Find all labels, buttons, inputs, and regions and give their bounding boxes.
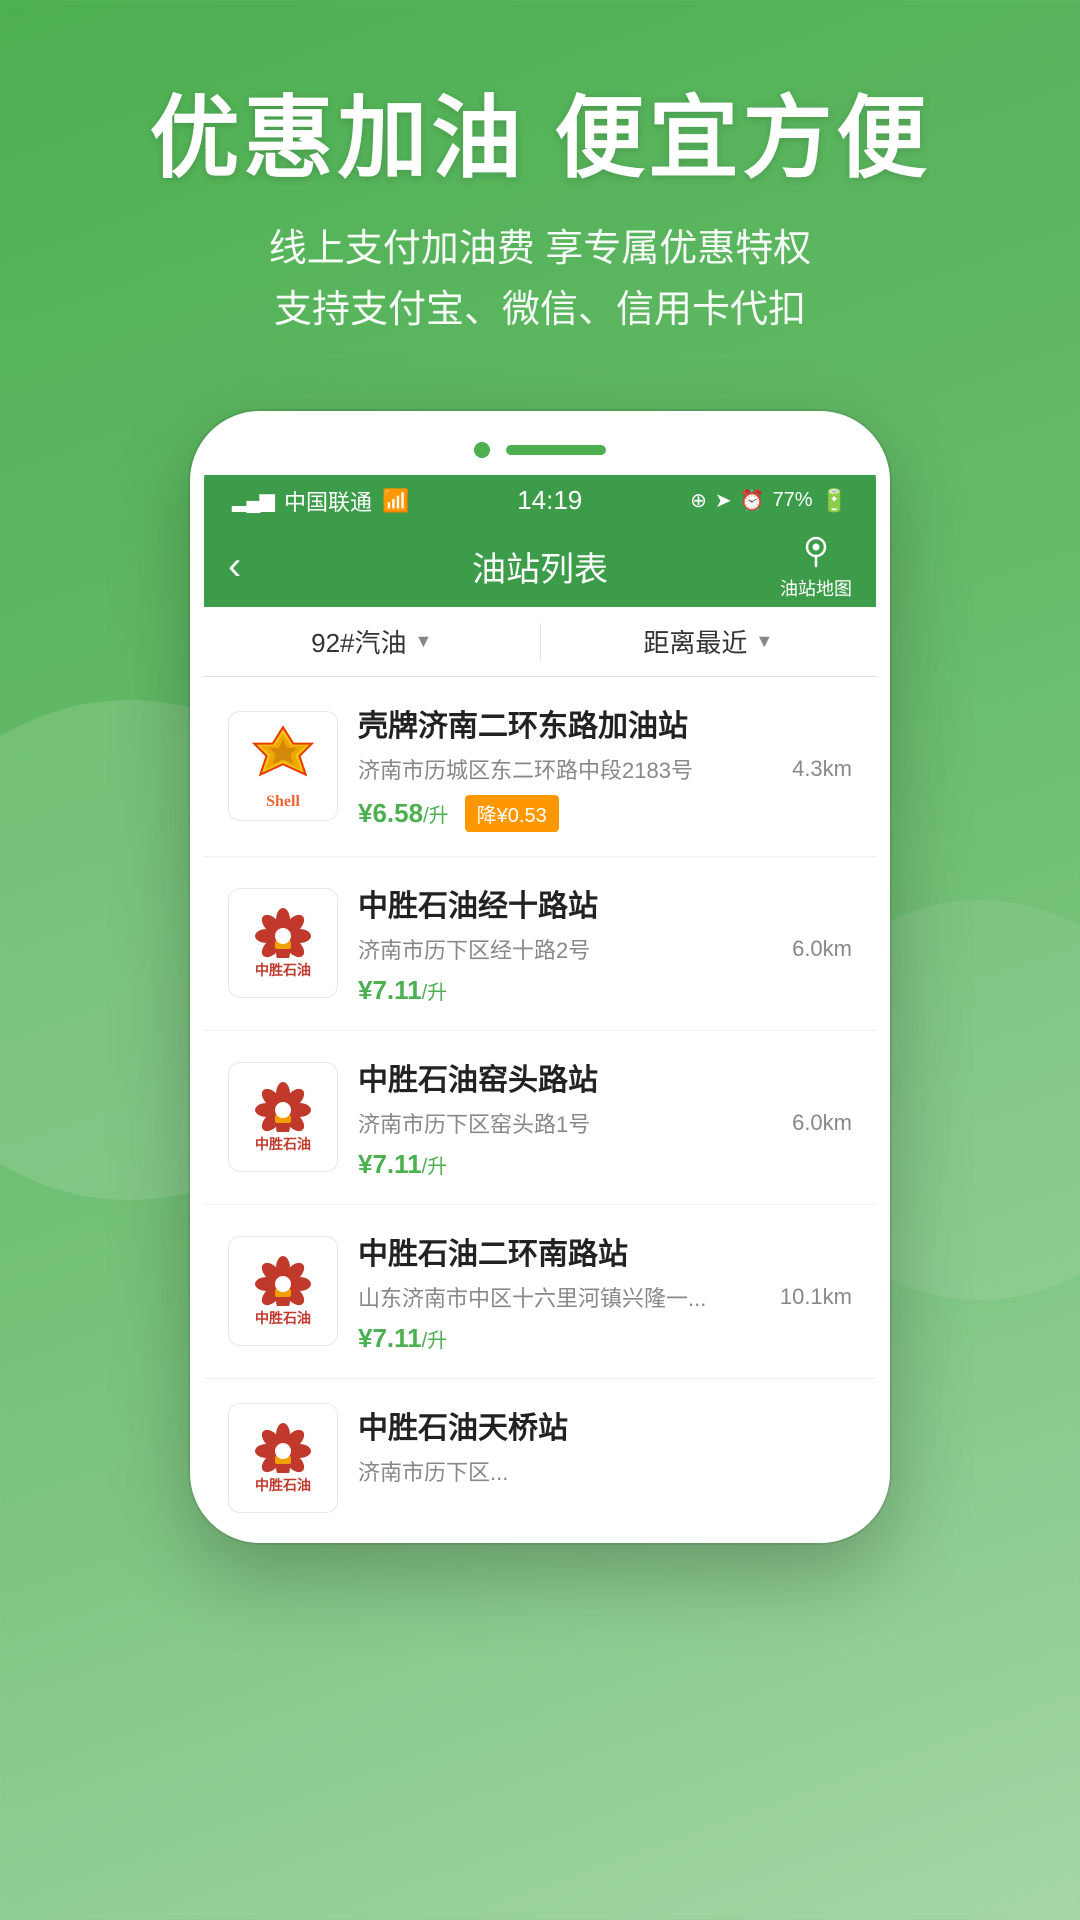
station-item[interactable]: 中胜石油 中胜石油经十路站 济南市历下区经十路2号 6.0km ¥7.11/升 [204,857,876,1031]
station-address: 济南市历城区东二环路中段2183号 [358,753,780,785]
station-address: 济南市历下区经十路2号 [358,933,780,965]
station-addr-row: 济南市历下区... [358,1455,852,1487]
station-price-row: ¥7.11/升 [358,1323,852,1354]
station-price: ¥7.11/升 [358,1323,447,1354]
wifi-icon: 📶 [382,488,409,514]
zhongshen-brand-text: 中胜石油 [255,1475,311,1495]
phone-notch [204,425,876,475]
station-address: 济南市历下区窑头路1号 [358,1107,780,1139]
status-bar: ▂▄▆ 中国联通 📶 14:19 ⊕ ➤ ⏰ 77% 🔋 [204,475,876,527]
zhongshen-logo: 中胜石油 [228,1403,338,1513]
station-address: 济南市历下区... [358,1455,840,1487]
station-name: 中胜石油经十路站 [358,881,852,925]
station-price: ¥7.11/升 [358,975,447,1006]
carrier-name: 中国联通 [284,485,372,517]
back-button[interactable]: ‹ [228,544,278,589]
station-info: 中胜石油窑头路站 济南市历下区窑头路1号 6.0km ¥7.11/升 [358,1055,852,1180]
sort-filter[interactable]: 距离最近 ▼ [541,623,877,660]
station-name: 壳牌济南二环东路加油站 [358,701,852,745]
status-right: ⊕ ➤ ⏰ 77% 🔋 [690,488,848,514]
zhongshen-brand-text: 中胜石油 [255,1308,311,1328]
status-time: 14:19 [517,485,582,516]
alarm-icon: ⏰ [740,488,765,513]
station-distance: 10.1km [780,1284,852,1310]
station-price: ¥6.58/升 [358,798,449,829]
shell-logo: Shell [228,711,338,821]
hero-title: 优惠加油 便宜方便 [0,90,1080,189]
station-distance: 4.3km [792,756,852,782]
station-item[interactable]: 中胜石油 中胜石油二环南路站 山东济南市中区十六里河镇兴隆一... 10.1km… [204,1205,876,1379]
station-distance: 6.0km [792,936,852,962]
zhongshen-brand-text: 中胜石油 [255,1134,311,1154]
station-addr-row: 济南市历下区经十路2号 6.0km [358,933,852,965]
navigation-bar: ‹ 油站列表 油站地图 [204,527,876,607]
sort-arrow: ▼ [755,631,773,652]
phone-body: ▂▄▆ 中国联通 📶 14:19 ⊕ ➤ ⏰ 77% 🔋 ‹ 油站列表 [190,411,890,1543]
station-addr-row: 山东济南市中区十六里河镇兴隆一... 10.1km [358,1281,852,1313]
fuel-type-label: 92#汽油 [311,623,406,660]
filter-bar: 92#汽油 ▼ 距离最近 ▼ [204,607,876,677]
hero-subtitle-line2: 支持支付宝、微信、信用卡代扣 [0,280,1080,341]
station-name: 中胜石油二环南路站 [358,1229,852,1273]
zhongshen-brand-text: 中胜石油 [255,960,311,980]
zhongshen-logo: 中胜石油 [228,888,338,998]
station-info: 壳牌济南二环东路加油站 济南市历城区东二环路中段2183号 4.3km ¥6.5… [358,701,852,832]
station-price-row: ¥6.58/升 降¥0.53 [358,795,852,832]
station-address: 山东济南市中区十六里河镇兴隆一... [358,1281,768,1313]
signal-icon: ▂▄▆ [232,488,274,513]
hero-subtitle: 线上支付加油费 享专属优惠特权 支持支付宝、微信、信用卡代扣 [0,219,1080,341]
station-price: ¥7.11/升 [358,1149,447,1180]
navigation-icon: ➤ [715,488,732,513]
station-name: 中胜石油天桥站 [358,1403,852,1447]
shell-brand-text: Shell [266,793,300,811]
sort-label: 距离最近 [643,623,747,660]
station-name: 中胜石油窑头路站 [358,1055,852,1099]
station-info: 中胜石油二环南路站 山东济南市中区十六里河镇兴隆一... 10.1km ¥7.1… [358,1229,852,1354]
station-price-row: ¥7.11/升 [358,975,852,1006]
fuel-type-arrow: ▼ [415,631,433,652]
station-item-partial[interactable]: 中胜石油 中胜石油天桥站 济南市历下区... [204,1379,876,1529]
station-info: 中胜石油天桥站 济南市历下区... [358,1403,852,1497]
status-left: ▂▄▆ 中国联通 📶 [232,485,409,517]
camera-dot [474,442,490,458]
nav-title: 油站列表 [472,542,608,591]
hero-subtitle-line1: 线上支付加油费 享专属优惠特权 [0,219,1080,280]
station-price-row: ¥7.11/升 [358,1149,852,1180]
station-addr-row: 济南市历下区窑头路1号 6.0km [358,1107,852,1139]
fuel-type-filter[interactable]: 92#汽油 ▼ [204,623,540,660]
station-info: 中胜石油经十路站 济南市历下区经十路2号 6.0km ¥7.11/升 [358,881,852,1006]
hero-section: 优惠加油 便宜方便 线上支付加油费 享专属优惠特权 支持支付宝、微信、信用卡代扣 [0,0,1080,381]
map-label: 油站地图 [780,575,852,601]
zhongshen-logo: 中胜石油 [228,1062,338,1172]
discount-badge: 降¥0.53 [465,795,559,832]
station-addr-row: 济南市历城区东二环路中段2183号 4.3km [358,753,852,785]
zhongshen-logo: 中胜石油 [228,1236,338,1346]
map-button[interactable]: 油站地图 [780,532,852,601]
battery-text: 77% [773,489,813,512]
location-icon: ⊕ [690,488,707,513]
battery-icon: 🔋 [821,488,848,514]
station-list: Shell 壳牌济南二环东路加油站 济南市历城区东二环路中段2183号 4.3k… [204,677,876,1529]
station-distance: 6.0km [792,1110,852,1136]
speaker-bar [506,445,606,455]
map-icon [798,532,834,577]
station-item[interactable]: 中胜石油 中胜石油窑头路站 济南市历下区窑头路1号 6.0km ¥7.11/升 [204,1031,876,1205]
station-item[interactable]: Shell 壳牌济南二环东路加油站 济南市历城区东二环路中段2183号 4.3k… [204,677,876,857]
